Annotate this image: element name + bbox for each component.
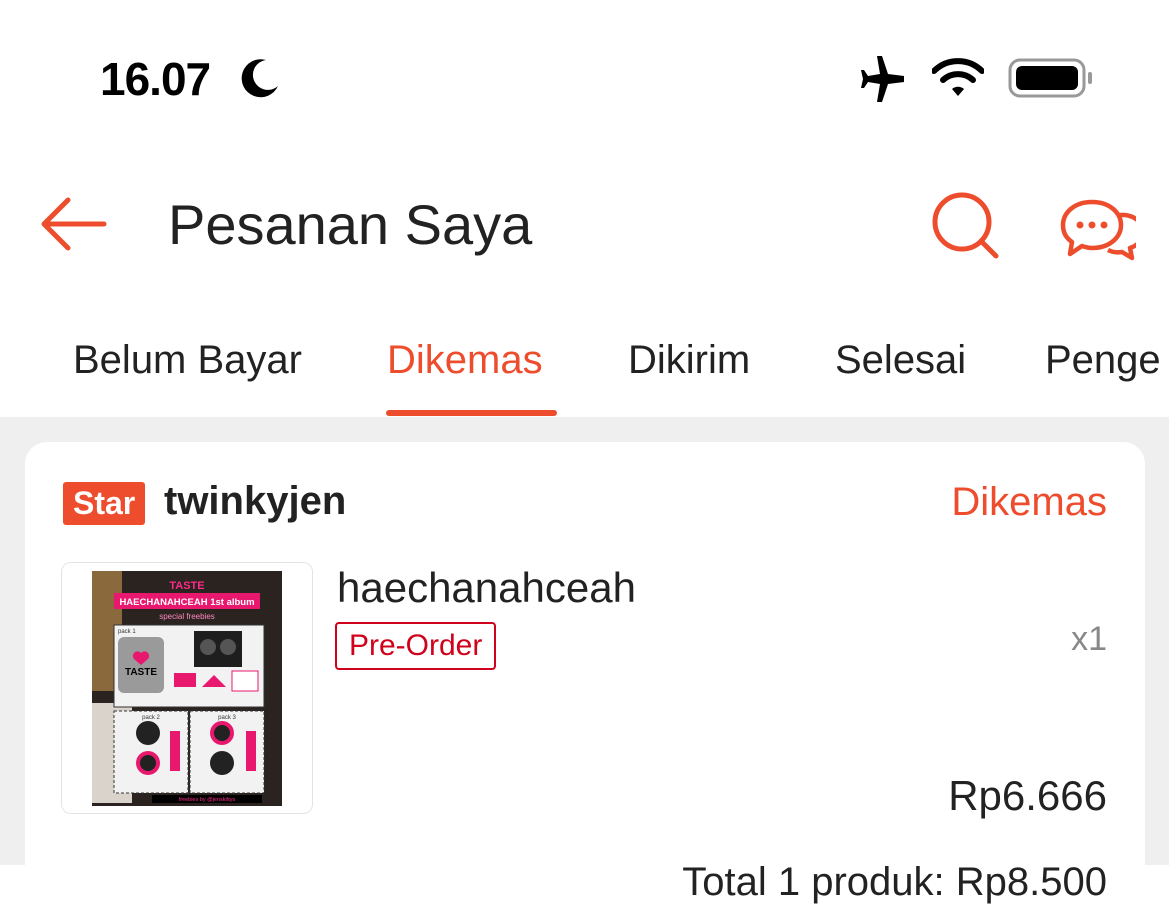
page-title: Pesanan Saya — [168, 193, 533, 256]
wifi-icon — [932, 58, 984, 96]
product-quantity: x1 — [1071, 620, 1107, 658]
order-list: Star twinkyjen Dikemas TASTE HAECHANAHCE… — [0, 417, 1169, 904]
airplane-icon — [861, 56, 904, 102]
order-total: Total 1 produk: Rp8.500 — [682, 860, 1107, 904]
product-image: TASTE HAECHANAHCEAH 1st album special fr… — [62, 563, 312, 813]
product-price: Rp6.666 — [948, 772, 1107, 819]
active-tab-indicator — [386, 410, 557, 416]
tab-dikemas[interactable]: Dikemas — [387, 338, 543, 383]
preorder-tag: Pre-Order — [335, 622, 497, 670]
order-status: Dikemas — [951, 480, 1107, 524]
image-logo-text: TASTE — [125, 667, 157, 678]
battery-icon — [1008, 58, 1092, 98]
shop-name[interactable]: twinkyjen — [164, 479, 346, 524]
product-thumbnail[interactable]: TASTE HAECHANAHCEAH 1st album special fr… — [61, 562, 313, 814]
tab-dikirim[interactable]: Dikirim — [628, 338, 750, 383]
product-name[interactable]: haechanahceah — [337, 564, 636, 612]
chat-icon[interactable] — [1060, 198, 1136, 262]
image-title-text: HAECHANAHCEAH 1st album — [119, 597, 254, 608]
image-pack2-text: pack 2 — [142, 715, 160, 721]
tab-pengembalian[interactable]: Penge — [1045, 338, 1161, 383]
tab-selesai[interactable]: Selesai — [835, 338, 966, 383]
status-time: 16.07 — [100, 53, 211, 105]
back-arrow-icon[interactable] — [38, 194, 108, 254]
image-pack3-text: pack 3 — [218, 715, 236, 721]
search-icon[interactable] — [930, 190, 1002, 262]
image-brand-text: TASTE — [169, 580, 204, 592]
tab-belum-bayar[interactable]: Belum Bayar — [73, 338, 302, 383]
app-header: Pesanan Saya — [0, 150, 1169, 300]
order-tabs: Belum Bayar Dikemas Dikirim Selesai Peng… — [0, 300, 1169, 417]
image-subtitle-text: special freebies — [159, 612, 215, 621]
image-pack1-text: pack 1 — [118, 629, 136, 635]
status-bar: 16.07 — [0, 0, 1169, 150]
image-footer-text: freebies by @jenskittys — [179, 797, 236, 803]
moon-icon — [241, 59, 278, 98]
order-card[interactable]: Star twinkyjen Dikemas TASTE HAECHANAHCE… — [25, 442, 1145, 904]
star-seller-badge: Star — [63, 482, 146, 525]
